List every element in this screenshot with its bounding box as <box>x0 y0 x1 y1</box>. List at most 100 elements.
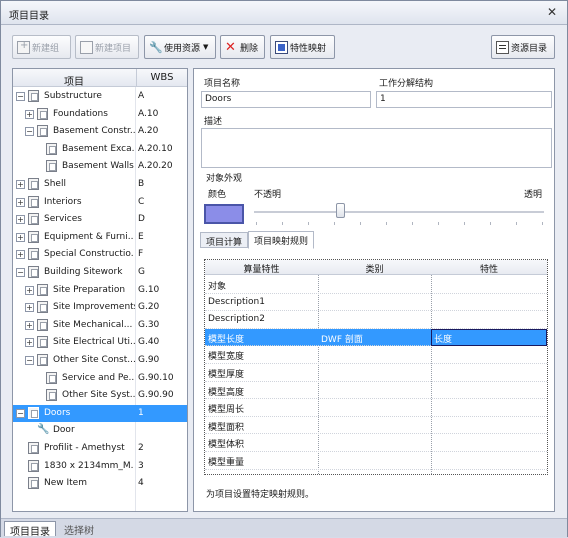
tree-row[interactable]: + Site Mechanical... G.30 <box>13 317 187 335</box>
mapping-hint: 为项目设置特定映射规则。 <box>206 490 315 500</box>
slider-tick <box>334 222 335 225</box>
tree-row[interactable]: 1830 x 2134mm_M... 3 <box>13 458 187 476</box>
color-swatch[interactable] <box>204 204 244 224</box>
tree-row[interactable]: Service and Pe... G.90.10 <box>13 370 187 388</box>
grid-cell-property-value: 长度 <box>434 334 453 345</box>
tree-row[interactable]: + Special Constructio... F <box>13 246 187 264</box>
grid-row[interactable]: 模型体积 <box>205 434 547 452</box>
grid-col-category[interactable]: 类别 <box>318 262 431 275</box>
tree-row[interactable]: − Other Site Const... G.90 <box>13 352 187 370</box>
grid-row-selected[interactable]: 模型长度 DWF 剖面 长度 <box>205 328 547 347</box>
expand-icon[interactable]: + <box>16 197 25 207</box>
tree-row-wbs: G.90 <box>138 355 160 365</box>
tree-row[interactable]: Profilit - Amethyst 2 <box>13 440 187 458</box>
use-resource-label: 使用资源 <box>164 43 201 54</box>
opaque-label: 不透明 <box>254 190 282 200</box>
tree-row-label: Interiors <box>44 196 82 207</box>
close-icon[interactable]: ✕ <box>545 5 559 19</box>
tab-item-mapping-rules[interactable]: 项目映射规则 <box>248 231 315 249</box>
tree-col-item[interactable]: 项目 <box>13 73 135 88</box>
item-name-label: 项目名称 <box>204 79 241 89</box>
tree-row[interactable]: + Equipment & Furni... E <box>13 229 187 247</box>
transparency-slider-track[interactable] <box>254 211 544 213</box>
folder-icon <box>46 389 57 402</box>
tree-row-label: Site Electrical Uti... <box>53 337 135 348</box>
tab-item-calculation[interactable]: 项目计算 <box>200 232 249 248</box>
tree-row[interactable]: Other Site Syst... G.90.90 <box>13 387 187 405</box>
tree-row-wbs: G.30 <box>138 319 160 330</box>
slider-tick <box>464 222 465 225</box>
tree-row[interactable]: + Interiors C <box>13 194 187 212</box>
collapse-icon[interactable]: − <box>16 92 25 101</box>
tree-row[interactable]: 🔧 Door <box>13 422 187 440</box>
tree-row[interactable]: − Substructure A <box>13 88 187 106</box>
tree-row-label: Substructure <box>44 91 102 101</box>
item-name-input[interactable]: Doors <box>201 91 371 108</box>
expand-icon[interactable]: + <box>16 215 25 225</box>
grid-cell-property: 模型重量 <box>208 458 245 468</box>
expand-icon[interactable]: + <box>16 250 25 260</box>
grid-row[interactable]: Description2 <box>205 311 547 329</box>
grid-row[interactable]: 模型宽度 <box>205 346 547 364</box>
tree-row[interactable]: Basement Exca... A.20.10 <box>13 141 187 159</box>
wbs-input[interactable]: 1 <box>376 91 552 108</box>
tree-row-wbs: A.10 <box>138 108 159 119</box>
new-item-button[interactable]: 新建项目 <box>75 35 139 59</box>
grid-cell-category[interactable]: DWF 剖面 <box>321 332 363 345</box>
mapping-rules-grid: 算量特性 类别 特性 对象 Description1 Description2 … <box>204 259 548 475</box>
resource-catalog-button[interactable]: 资源目录 <box>491 35 555 59</box>
expand-icon[interactable]: + <box>25 338 34 348</box>
tree-row[interactable]: + Site Improvements G.20 <box>13 299 187 317</box>
grid-row[interactable]: 模型厚度 <box>205 364 547 382</box>
grid-row[interactable]: 模型面积 <box>205 417 547 435</box>
collapse-icon[interactable]: − <box>25 356 34 365</box>
tree-row-label: Doors <box>44 407 71 418</box>
tree-row[interactable]: − Building Sitework G <box>13 264 187 282</box>
tree-row-label: Profilit - Amethyst <box>44 443 125 453</box>
collapse-icon[interactable]: − <box>16 408 25 418</box>
new-group-button[interactable]: 新建组 <box>12 35 71 59</box>
tree-row[interactable]: + Site Preparation G.10 <box>13 282 187 300</box>
grid-row[interactable]: 对象 <box>205 276 547 294</box>
description-input[interactable] <box>201 128 552 168</box>
grid-cell-property: 模型宽度 <box>208 352 245 363</box>
grid-row[interactable]: 模型高度 <box>205 382 547 400</box>
use-resource-button[interactable]: 🔧 使用资源 ▼ <box>144 35 216 59</box>
tree-row[interactable]: − Basement Constr... A.20 <box>13 123 187 141</box>
grid-col-property[interactable]: 特性 <box>431 262 547 275</box>
property-mapping-button[interactable]: 特性映射 <box>270 35 335 59</box>
tree-row[interactable]: + Services D <box>13 211 187 229</box>
grid-row[interactable]: 模型周长 <box>205 399 547 417</box>
expand-icon[interactable]: + <box>25 109 34 119</box>
tree-row[interactable]: New Item 4 <box>13 475 187 493</box>
tab-selection-tree[interactable]: 选择树 <box>59 521 99 537</box>
tree-row-wbs: G.90.90 <box>138 390 174 401</box>
expand-icon[interactable]: + <box>16 180 25 189</box>
grid-col-quantity-property[interactable]: 算量特性 <box>205 262 318 275</box>
tree-row-label: Basement Walls <box>62 161 134 172</box>
property-mapping-label: 特性映射 <box>290 43 327 54</box>
folder-icon <box>28 90 39 102</box>
tree-row-selected[interactable]: − Doors 1 <box>13 404 187 423</box>
tree-row-wbs: G.40 <box>138 337 160 348</box>
expand-icon[interactable]: + <box>25 285 34 295</box>
transparency-slider-thumb[interactable] <box>336 203 345 218</box>
grid-row[interactable]: Description1 <box>205 294 547 312</box>
grid-row[interactable]: 模型重量 <box>205 452 547 470</box>
collapse-icon[interactable]: − <box>16 268 25 277</box>
grid-cell-property-value-editor[interactable]: 长度 <box>431 328 547 347</box>
tree-row[interactable]: + Site Electrical Uti... G.40 <box>13 334 187 352</box>
collapse-icon[interactable]: − <box>25 127 34 137</box>
expand-icon[interactable]: + <box>16 232 25 242</box>
tree-col-wbs[interactable]: WBS <box>136 69 187 87</box>
delete-button[interactable]: ✕ 删除 <box>220 35 265 59</box>
expand-icon[interactable]: + <box>25 303 34 313</box>
tree-row[interactable]: + Foundations A.10 <box>13 106 187 124</box>
description-label: 描述 <box>204 117 223 127</box>
expand-icon[interactable]: + <box>25 320 34 330</box>
tab-project-catalog[interactable]: 项目目录 <box>4 521 56 538</box>
folder-icon <box>37 318 48 331</box>
tree-row[interactable]: Basement Walls A.20.20 <box>13 158 187 176</box>
tree-row[interactable]: + Shell B <box>13 176 187 194</box>
grid-cell-property: 模型厚度 <box>208 370 245 380</box>
